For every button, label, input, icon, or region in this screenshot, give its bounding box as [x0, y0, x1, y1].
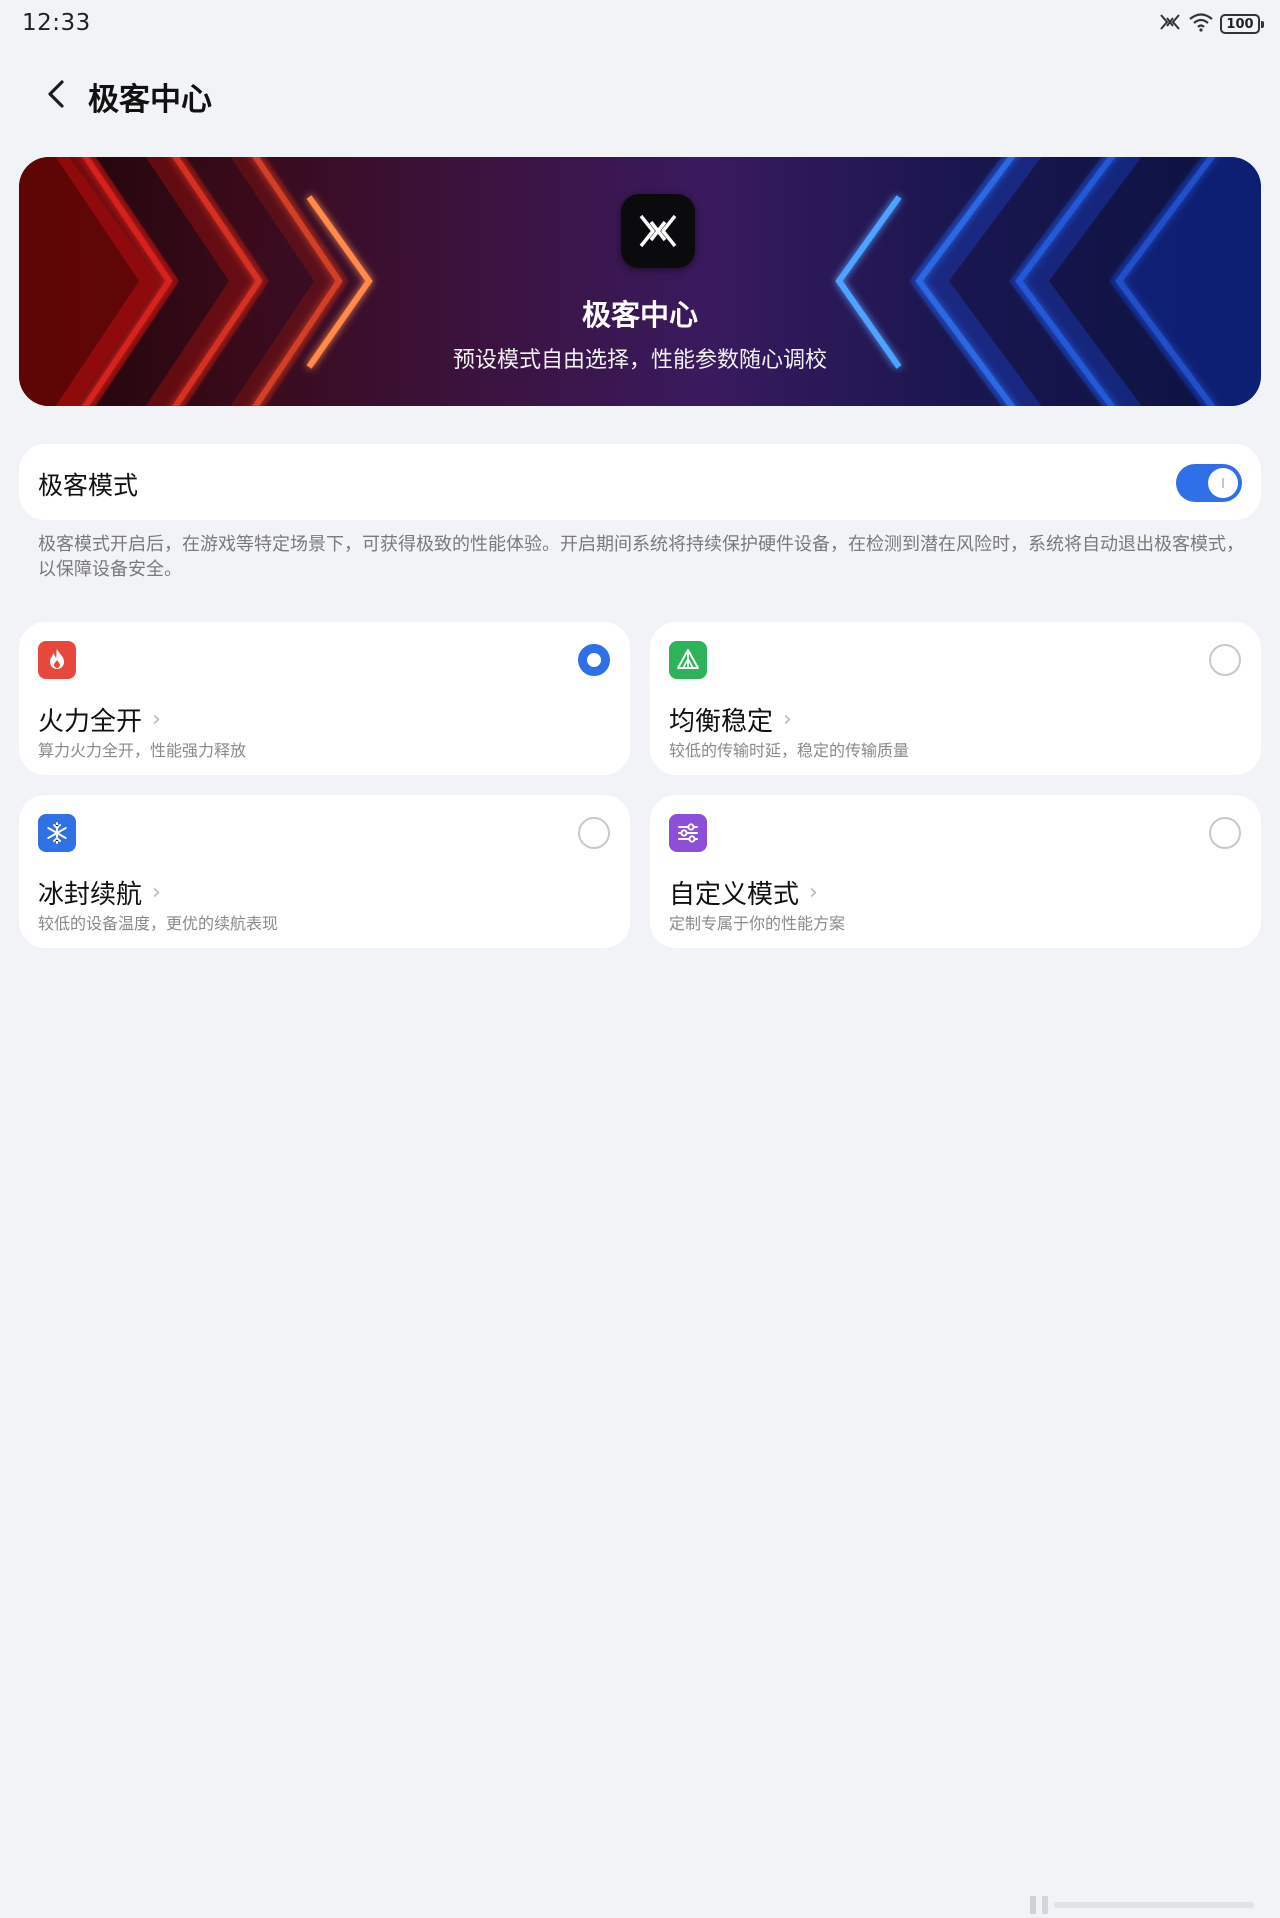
option-title-text: 均衡稳定 — [669, 707, 774, 737]
snowflake-icon — [38, 814, 76, 852]
back-button[interactable] — [36, 74, 76, 114]
option-card-balanced[interactable]: 均衡稳定 › 较低的传输时延，稳定的传输质量 — [650, 622, 1261, 775]
hero-banner: 极客中心 预设模式自由选择，性能参数随心调校 — [19, 157, 1261, 406]
status-time: 12:33 — [22, 10, 91, 36]
geek-mode-description: 极客模式开启后，在游戏等特定场景下，可获得极致的性能体验。开启期间系统将持续保护… — [38, 534, 1244, 580]
geek-logo-icon — [621, 194, 695, 268]
option-subtitle: 较低的传输时延，稳定的传输质量 — [669, 741, 910, 760]
option-radio-full-power[interactable] — [578, 644, 610, 676]
option-subtitle: 较低的设备温度，更优的续航表现 — [38, 914, 279, 933]
page-title: 极客中心 — [88, 82, 212, 118]
option-title: 自定义模式 › — [669, 874, 818, 911]
chevron-right-icon: › — [783, 707, 792, 732]
page: 12:33 100 极客中心 极客中心 预设模式自由选择，性能参数随心调校 极客… — [0, 0, 1280, 1918]
geek-mode-label: 极客模式 — [38, 471, 139, 500]
toggle-knob — [1208, 468, 1238, 498]
gesture-bar — [1030, 1896, 1254, 1914]
option-card-custom[interactable]: 自定义模式 › 定制专属于你的性能方案 — [650, 795, 1261, 948]
option-title-text: 自定义模式 — [669, 880, 800, 910]
option-title-text: 火力全开 — [38, 707, 143, 737]
option-title: 冰封续航 › — [38, 874, 161, 911]
option-title: 火力全开 › — [38, 701, 161, 738]
chevron-right-icon: › — [152, 880, 161, 905]
wifi-icon — [1188, 12, 1214, 36]
option-card-cool-endurance[interactable]: 冰封续航 › 较低的设备温度，更优的续航表现 — [19, 795, 630, 948]
geek-mode-row: 极客模式 — [19, 444, 1261, 520]
option-subtitle: 定制专属于你的性能方案 — [669, 914, 846, 933]
flame-icon — [38, 641, 76, 679]
battery-icon: 100 — [1220, 14, 1264, 34]
option-radio-cool-endurance[interactable] — [578, 817, 610, 849]
status-icons: 100 — [1158, 12, 1264, 36]
option-subtitle: 算力火力全开，性能强力释放 — [38, 741, 247, 760]
status-bar: 12:33 100 — [0, 0, 1280, 50]
sliders-icon — [669, 814, 707, 852]
header: 极客中心 — [0, 60, 1280, 130]
option-card-full-power[interactable]: 火力全开 › 算力火力全开，性能强力释放 — [19, 622, 630, 775]
option-radio-custom[interactable] — [1209, 817, 1241, 849]
banner-title: 极客中心 — [581, 298, 698, 332]
option-radio-balanced[interactable] — [1209, 644, 1241, 676]
pyramid-icon — [669, 641, 707, 679]
chevron-right-icon: › — [152, 707, 161, 732]
chevron-right-icon: › — [809, 880, 818, 905]
banner-subtitle: 预设模式自由选择，性能参数随心调校 — [452, 348, 827, 373]
geek-status-icon — [1158, 12, 1182, 36]
chevron-left-icon — [48, 80, 64, 108]
option-title-text: 冰封续航 — [38, 880, 143, 910]
option-title: 均衡稳定 › — [669, 701, 792, 738]
geek-mode-toggle[interactable] — [1176, 464, 1242, 502]
